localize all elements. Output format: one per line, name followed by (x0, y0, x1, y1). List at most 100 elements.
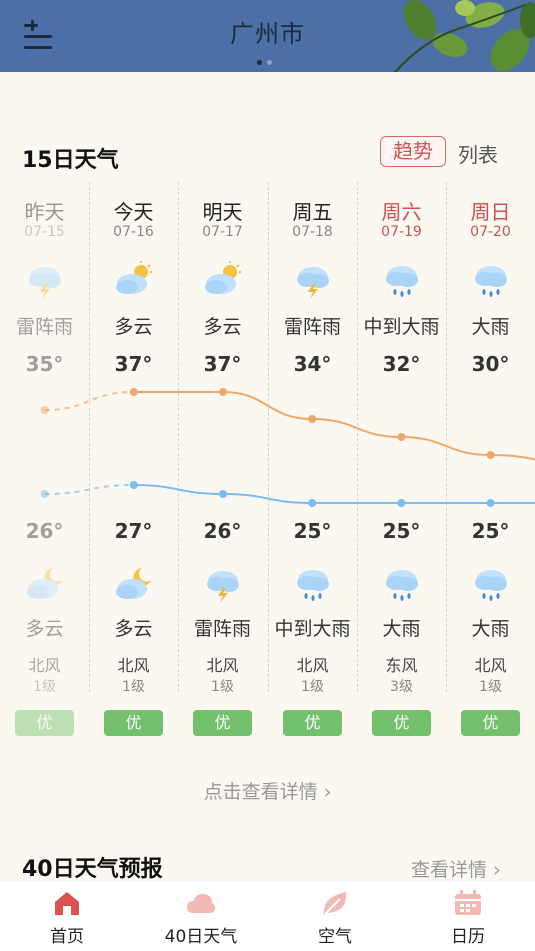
high-temp-line-point (219, 388, 227, 396)
day-weather-text: 中到大雨 (363, 316, 440, 338)
low-temp-line-point (397, 499, 406, 507)
city-title[interactable]: 广州市 (0, 14, 535, 49)
nav-item-calendar[interactable]: 日历 (401, 881, 535, 951)
top-header: 广州市 (0, 0, 535, 72)
rain-icon (382, 564, 422, 604)
high-temp-line-segment (490, 454, 535, 461)
nav-label-calendar: 日历 (451, 927, 485, 947)
day-weather-text: 多云 (203, 316, 242, 338)
day-label: 周六 (381, 200, 422, 224)
bottom-nav: 首页 40日天气 空气 日历 (0, 880, 535, 951)
wind-direction: 东风 (385, 656, 418, 675)
wind-level: 3级 (390, 679, 413, 695)
day-label: 周日 (470, 200, 511, 224)
night-weather-text: 多云 (114, 618, 153, 640)
night-weather-text: 雷阵雨 (193, 618, 251, 640)
thunderstorm-icon (203, 564, 243, 604)
wind-direction: 北风 (474, 656, 507, 675)
wind-direction: 北风 (117, 656, 150, 675)
forecast40-more-link[interactable]: 查看详情 › (411, 855, 501, 882)
details-link-label: 点击查看详情 (203, 781, 318, 803)
aqi-badge: 优 (372, 710, 431, 736)
nav-label-home: 首页 (50, 927, 84, 947)
leaf-icon (323, 892, 347, 915)
day-weather-text: 雷阵雨 (15, 316, 73, 338)
high-temp-line-segment (222, 391, 313, 420)
partly-cloudy-icon (203, 260, 243, 300)
aqi-badge: 优 (193, 710, 252, 736)
date-label: 07-20 (470, 224, 511, 240)
wind-level: 1级 (211, 679, 234, 695)
high-temp-line-point (308, 415, 317, 423)
date-label: 07-19 (381, 224, 422, 240)
page-dot (267, 60, 272, 65)
cloudy-night-icon (25, 564, 65, 604)
night-weather-text: 中到大雨 (274, 618, 351, 640)
low-temp-line-point (486, 499, 495, 507)
nav-label-40day: 40日天气 (164, 927, 238, 947)
high-temp-line-point (397, 433, 406, 441)
nav-item-home[interactable]: 首页 (0, 881, 134, 951)
low-temp-line-point (129, 481, 138, 489)
aqi-badge: 优 (15, 710, 74, 736)
chevron-right-icon: › (323, 781, 332, 803)
low-temp-line-segment (44, 484, 134, 495)
wind-direction: 北风 (28, 656, 61, 675)
day-weather-text: 雷阵雨 (283, 316, 341, 338)
thunderstorm-icon (293, 260, 333, 300)
partly-cloudy-icon (114, 260, 154, 300)
low-temp-line-segment (133, 484, 224, 495)
date-label: 07-16 (113, 224, 154, 240)
date-label: 07-17 (202, 224, 243, 240)
forecast15-title: 15日天气 (22, 148, 119, 173)
high-temp-line-segment (401, 436, 491, 456)
low-temp-line-segment (222, 493, 313, 504)
day-label: 昨天 (24, 200, 65, 224)
tab-list[interactable]: 列表 (458, 139, 498, 168)
tab-trend[interactable]: 趋势 (380, 136, 446, 167)
day-label: 明天 (202, 200, 243, 224)
nav-item-40day[interactable]: 40日天气 (134, 881, 268, 951)
low-temp-line-point (219, 490, 227, 498)
cloud-icon (187, 893, 216, 913)
thunderstorm-icon (25, 260, 65, 300)
calendar-icon (455, 890, 481, 915)
high-temp-line-segment (44, 391, 134, 411)
low-temp-line-point (40, 490, 49, 498)
wind-level: 1级 (479, 679, 502, 695)
aqi-badge: 优 (283, 710, 342, 736)
high-temp-line-point (129, 388, 138, 396)
rain-icon (382, 260, 422, 300)
high-temp-line-segment (312, 418, 402, 438)
aqi-badge: 优 (461, 710, 520, 736)
night-weather-text: 大雨 (471, 618, 510, 640)
rain-icon (293, 564, 333, 604)
date-label: 07-15 (24, 224, 65, 240)
forecast40-more-label: 查看详情 (411, 859, 488, 881)
details-link[interactable]: 点击查看详情 › (0, 777, 535, 804)
high-temp-line-point (486, 451, 495, 459)
day-label: 今天 (113, 200, 154, 224)
home-icon (55, 892, 79, 915)
aqi-badge: 优 (104, 710, 163, 736)
low-temp-line-point (308, 499, 317, 507)
night-weather-text: 多云 (25, 618, 64, 640)
nav-item-air[interactable]: 空气 (268, 881, 402, 951)
rain-icon (471, 564, 511, 604)
date-label: 07-18 (292, 224, 333, 240)
chevron-right-icon: › (493, 859, 501, 881)
wind-direction: 北风 (296, 656, 329, 675)
night-weather-text: 大雨 (382, 618, 421, 640)
high-temp-line-point (40, 406, 49, 414)
cloudy-night-icon (114, 564, 154, 604)
page-dot-active (257, 60, 262, 65)
wind-level: 1级 (301, 679, 324, 695)
temperature-chart (40, 388, 535, 507)
day-weather-text: 多云 (114, 316, 153, 338)
wind-level: 1级 (33, 679, 56, 695)
day-weather-text: 大雨 (471, 316, 510, 338)
day-label: 周五 (292, 200, 333, 224)
forecast40-title: 40日天气预报 (22, 857, 163, 882)
rain-icon (471, 260, 511, 300)
wind-level: 1级 (122, 679, 145, 695)
